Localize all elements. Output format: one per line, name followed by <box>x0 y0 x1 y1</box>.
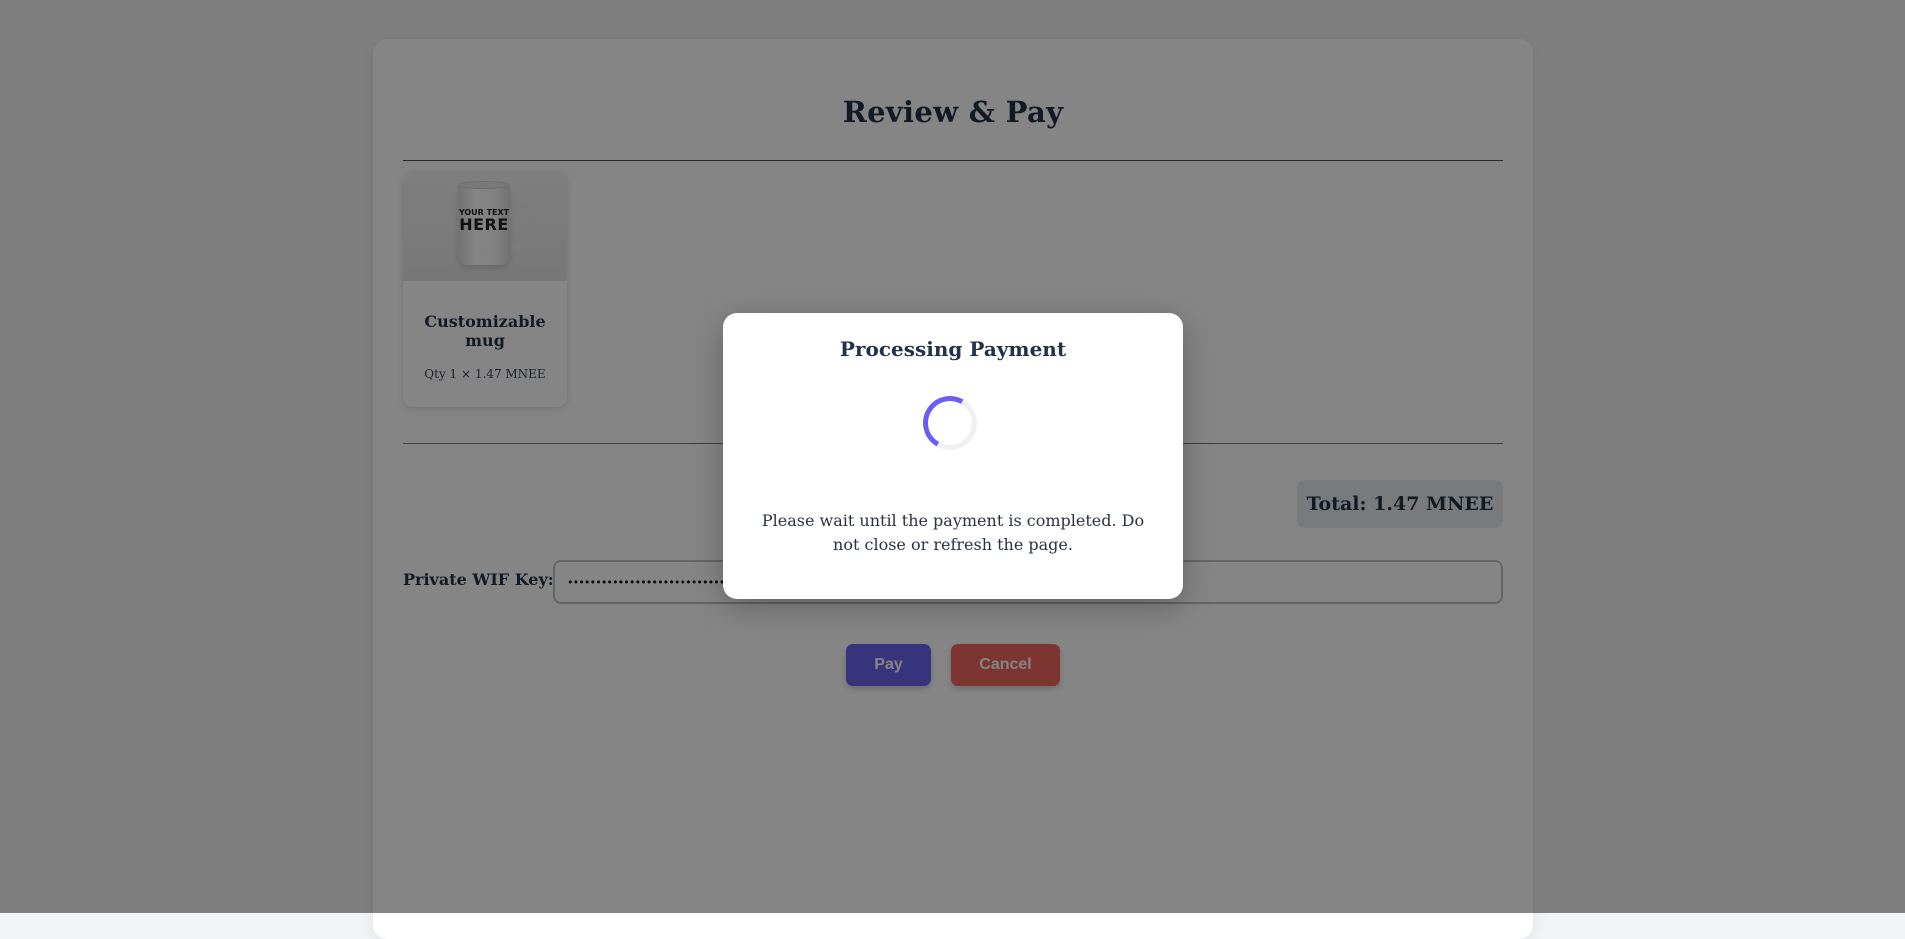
modal-title: Processing Payment <box>839 337 1067 361</box>
modal-message: Please wait until the payment is complet… <box>761 511 1145 554</box>
loading-spinner-icon <box>916 389 984 457</box>
processing-payment-modal: Processing Payment Please wait until the… <box>723 313 1183 599</box>
